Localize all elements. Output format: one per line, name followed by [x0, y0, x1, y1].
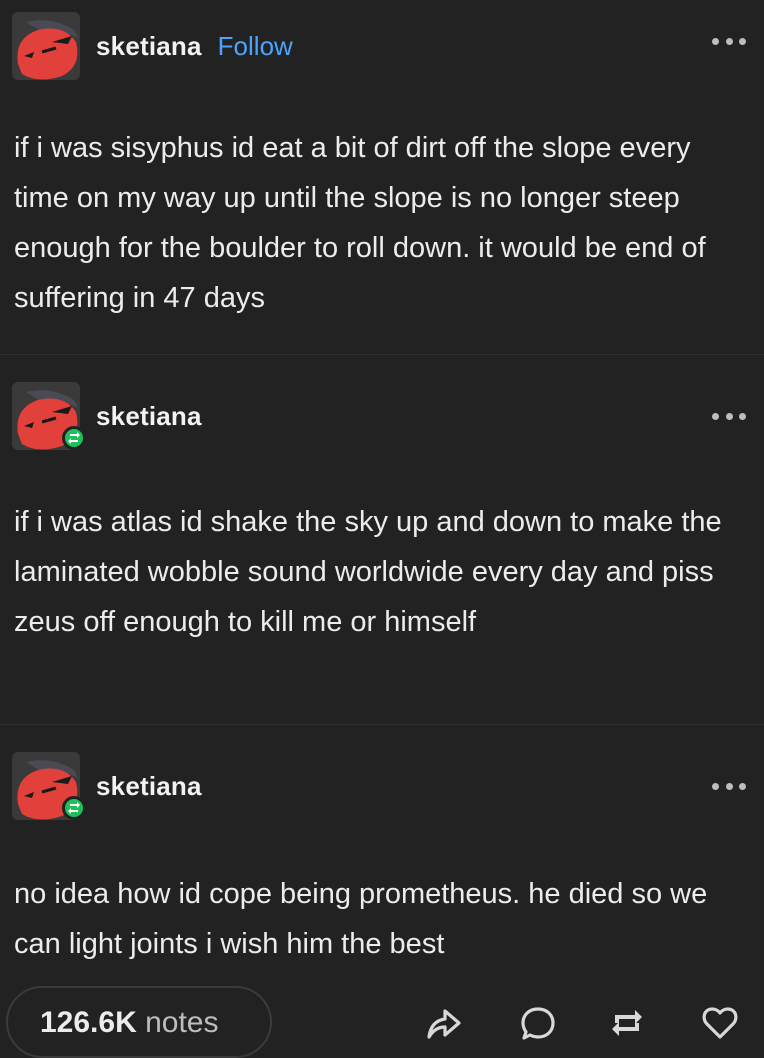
- reblog-icon[interactable]: [607, 1003, 647, 1043]
- username[interactable]: sketiana: [96, 771, 202, 802]
- notes-button[interactable]: 126.6K notes: [6, 986, 272, 1058]
- notes-count: 126.6K: [40, 1006, 137, 1039]
- follow-button[interactable]: Follow: [218, 31, 293, 62]
- post-section-reblog-1: sketiana if i was atlas id shake the sky…: [0, 355, 764, 725]
- post-text: if i was sisyphus id eat a bit of dirt o…: [14, 132, 706, 314]
- comment-icon[interactable]: [518, 1003, 558, 1043]
- reblog-badge-icon: [62, 796, 86, 820]
- avatar[interactable]: [12, 752, 86, 820]
- avatar-icon: [12, 12, 80, 80]
- post-header: sketiana: [12, 382, 764, 450]
- post-section-original: sketiana Follow if i was sisyphus id eat…: [0, 0, 764, 355]
- username[interactable]: sketiana: [96, 401, 202, 432]
- post-section-reblog-2: sketiana no idea how id cope being prome…: [0, 725, 764, 975]
- post-footer: 126.6K notes: [0, 983, 764, 1058]
- notes-label: notes: [145, 1006, 219, 1039]
- username[interactable]: sketiana: [96, 31, 202, 62]
- avatar[interactable]: [12, 382, 86, 450]
- post-text: no idea how id cope being prometheus. he…: [14, 878, 708, 960]
- avatar[interactable]: [12, 12, 80, 80]
- share-icon[interactable]: [423, 1003, 463, 1043]
- reblog-badge-icon: [62, 426, 86, 450]
- post-header: sketiana Follow: [12, 12, 764, 80]
- post-header: sketiana: [12, 752, 764, 820]
- more-dots-icon[interactable]: [712, 36, 746, 46]
- more-dots-icon[interactable]: [712, 781, 746, 791]
- tumblr-post: sketiana Follow if i was sisyphus id eat…: [0, 0, 764, 1058]
- more-dots-icon[interactable]: [712, 411, 746, 421]
- heart-icon[interactable]: [700, 1003, 740, 1043]
- post-text: if i was atlas id shake the sky up and d…: [14, 506, 722, 638]
